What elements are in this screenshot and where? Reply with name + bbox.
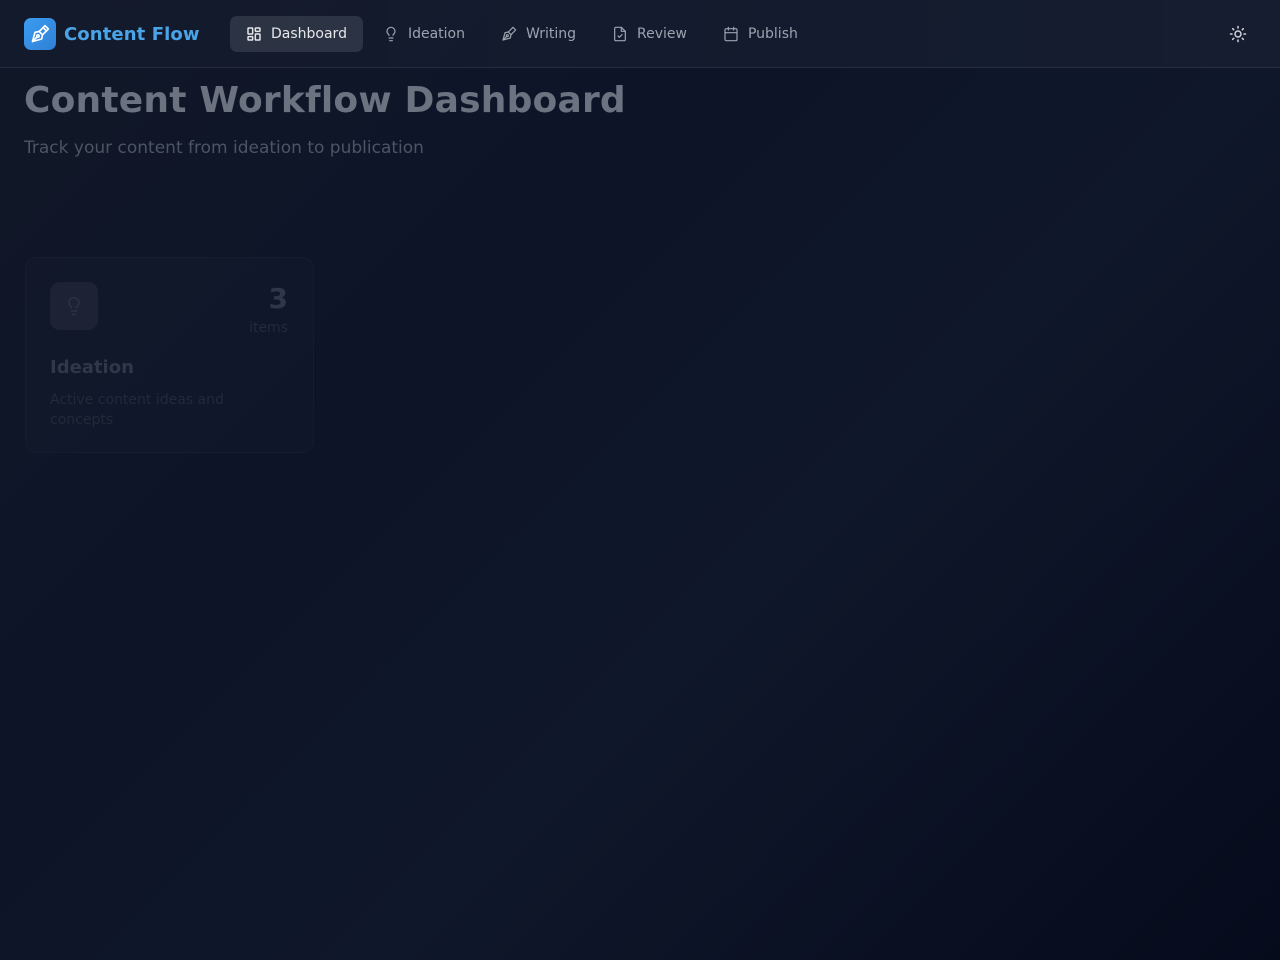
dashboard-grid-icon: [247, 27, 261, 41]
tab-publish[interactable]: Publish: [707, 16, 814, 52]
tab-review[interactable]: Review: [596, 16, 703, 52]
brand[interactable]: Content Flow: [24, 18, 200, 50]
tab-label: Writing: [526, 26, 576, 42]
card-description: Active content ideas and concepts: [50, 392, 224, 428]
file-check-icon: [614, 26, 626, 42]
tab-dashboard[interactable]: Dashboard: [230, 16, 363, 52]
lightbulb-icon: [386, 26, 396, 42]
tab-label: Publish: [747, 26, 798, 42]
sun-icon: [1229, 25, 1247, 43]
page-subtitle: Track your content from ideation to publ…: [24, 138, 424, 158]
tab-ideation[interactable]: Ideation: [367, 16, 481, 52]
tab-label: Dashboard: [271, 26, 347, 42]
theme-toggle-button[interactable]: [1222, 18, 1254, 50]
card-title: Ideation: [50, 357, 134, 378]
tab-label: Review: [637, 26, 687, 42]
stage-card-ideation[interactable]: 3 items Ideation Active content ideas an…: [25, 257, 314, 453]
pen-nib-icon: [502, 26, 517, 41]
lightbulb-icon: [50, 282, 98, 330]
card-item-count: 3: [268, 282, 288, 315]
main-nav: Dashboard Ideation Writing Review Publis…: [230, 16, 814, 52]
card-item-unit: items: [249, 320, 288, 336]
tab-label: Ideation: [407, 26, 465, 42]
brand-name: Content Flow: [64, 23, 200, 45]
calendar-icon: [724, 26, 738, 42]
tab-writing[interactable]: Writing: [485, 16, 592, 52]
pen-nib-logo-icon: [24, 18, 56, 50]
top-navigation-bar: Content Flow Dashboard Ideation Writing …: [0, 0, 1280, 68]
page-title: Content Workflow Dashboard: [24, 80, 626, 121]
